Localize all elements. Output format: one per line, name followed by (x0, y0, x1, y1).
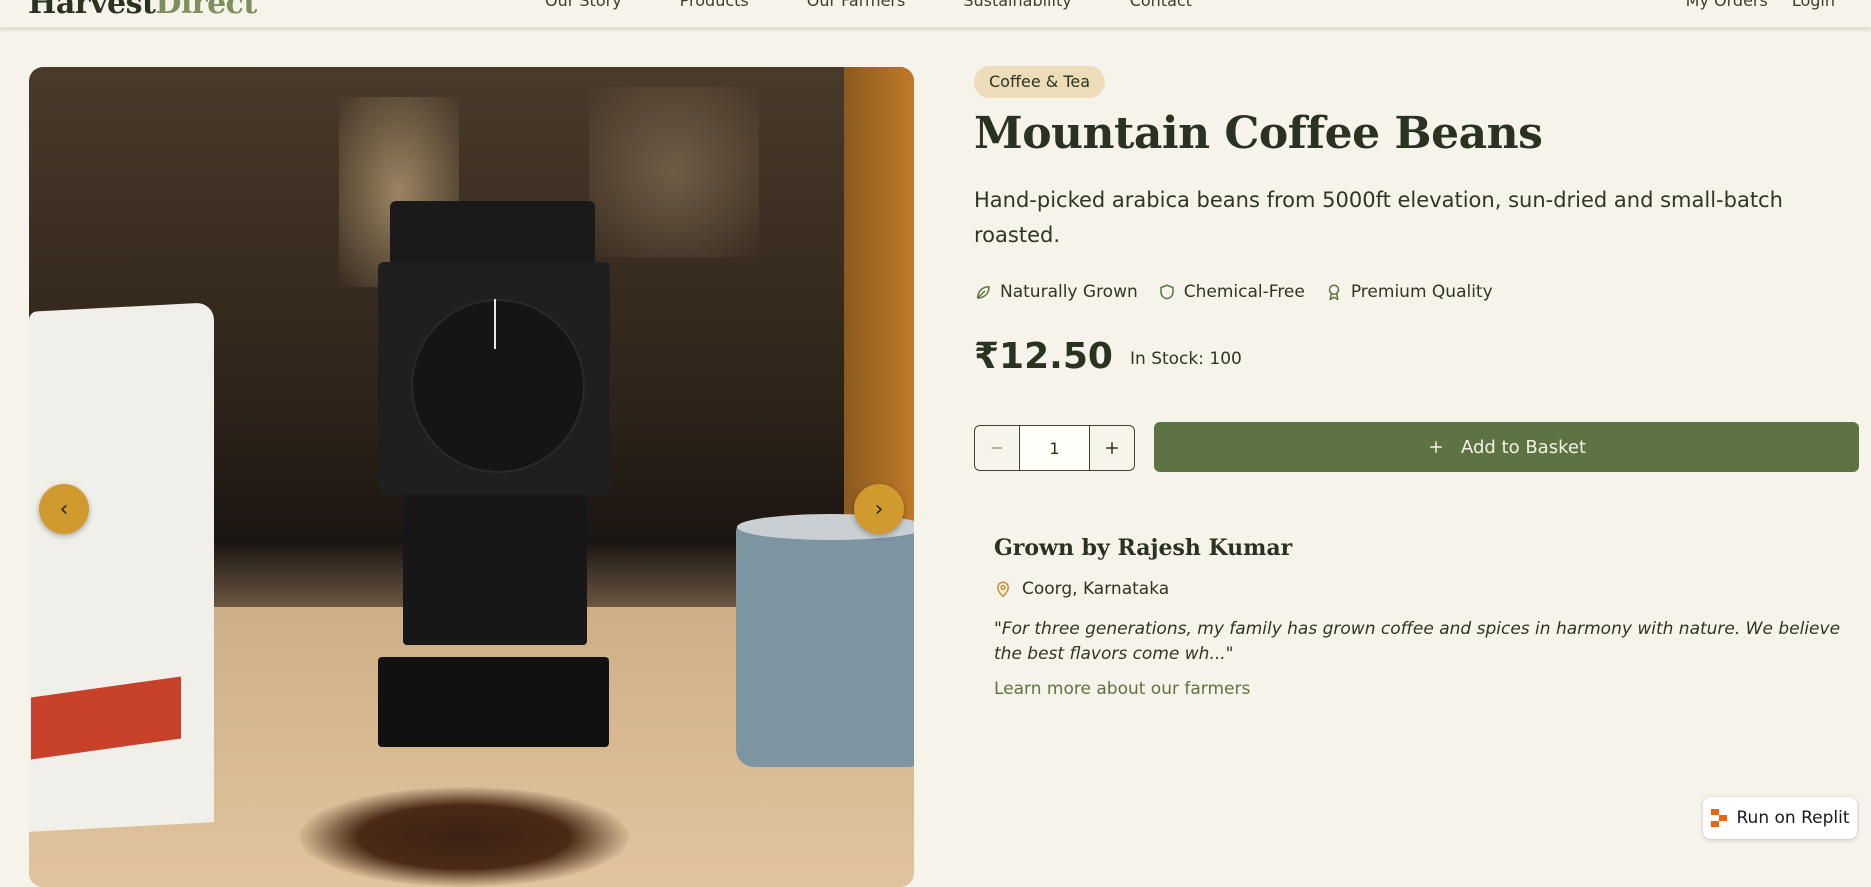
grinder-hopper (390, 201, 595, 267)
top-navbar: HarvestDirect Our Story Products Our Far… (0, 0, 1871, 28)
nav-right: My Orders Login (1686, 0, 1835, 10)
decrement-button[interactable] (975, 426, 1019, 470)
grinder-needle (494, 299, 496, 349)
brand-part-2: Direct (155, 0, 257, 21)
coffee-mug (736, 522, 914, 767)
product-description: Hand-picked arabica beans from 5000ft el… (974, 188, 1783, 247)
brand-part-1: Harvest (28, 0, 156, 21)
minus-icon (991, 447, 1003, 449)
farmer-heading: Grown by Rajesh Kumar (994, 535, 1293, 561)
add-to-basket-label: Add to Basket (1460, 436, 1587, 458)
my-orders-link[interactable]: My Orders (1686, 0, 1768, 10)
nav-link-our-story[interactable]: Our Story (545, 0, 622, 10)
feature-label: Naturally Grown (1000, 282, 1138, 302)
carousel-prev-button[interactable]: ‹ (39, 484, 89, 534)
map-pin-icon (997, 581, 1009, 598)
learn-more-farmers-link[interactable]: Learn more about our farmers (994, 679, 1250, 699)
run-on-replit-button[interactable]: Run on Replit (1703, 797, 1857, 839)
leaf-icon (977, 286, 990, 299)
category-badge: Coffee & Tea (974, 66, 1106, 98)
replit-logo-icon (1710, 809, 1727, 827)
product-title: Mountain Coffee Beans (974, 108, 1543, 159)
feature-naturally-grown: Naturally Grown (974, 282, 1138, 302)
farmer-location-text: Coorg, Karnataka (1022, 579, 1170, 599)
farmer-quote: "For three generations, my family has gr… (994, 619, 1841, 664)
nav-link-contact[interactable]: Contact (1130, 0, 1192, 10)
nav-link-sustainability[interactable]: Sustainability (963, 0, 1071, 10)
product-price: ₹12.50 (974, 336, 1113, 377)
login-link[interactable]: Login (1792, 0, 1835, 10)
brand-logo[interactable]: HarvestDirect (28, 0, 257, 21)
grinder-cup (403, 495, 587, 645)
shield-icon (1160, 284, 1174, 300)
carousel-next-button[interactable]: › (854, 484, 904, 534)
grinder-base (378, 657, 609, 747)
image-light (589, 87, 759, 257)
feature-chemical-free: Chemical-Free (1158, 282, 1305, 302)
stock-count: In Stock: 100 (1130, 349, 1242, 369)
quantity-stepper: 1 (974, 425, 1135, 471)
farmer-location: Coorg, Karnataka (994, 579, 1169, 599)
plus-icon (1106, 442, 1118, 454)
feature-label: Premium Quality (1350, 282, 1493, 302)
feature-list: Naturally Grown Chemical-Free Premium Qu… (974, 282, 1493, 302)
nav-links: Our Story Products Our Farmers Sustainab… (545, 0, 1192, 10)
feature-label: Chemical-Free (1183, 282, 1305, 302)
add-to-basket-button[interactable]: Add to Basket (1154, 422, 1859, 472)
feature-premium-quality: Premium Quality (1325, 282, 1493, 302)
chevron-right-icon: › (874, 496, 884, 522)
plus-icon (1429, 441, 1442, 453)
increment-button[interactable] (1090, 426, 1134, 470)
award-icon (1328, 284, 1340, 301)
coffee-beans (299, 787, 629, 887)
quantity-input[interactable]: 1 (1019, 426, 1090, 470)
nav-link-products[interactable]: Products (680, 0, 749, 10)
product-image (29, 67, 914, 887)
chevron-left-icon: ‹ (59, 496, 69, 522)
run-on-replit-label: Run on Replit (1736, 808, 1850, 828)
grinder-dial (411, 299, 585, 473)
nav-link-farmers[interactable]: Our Farmers (807, 0, 906, 10)
